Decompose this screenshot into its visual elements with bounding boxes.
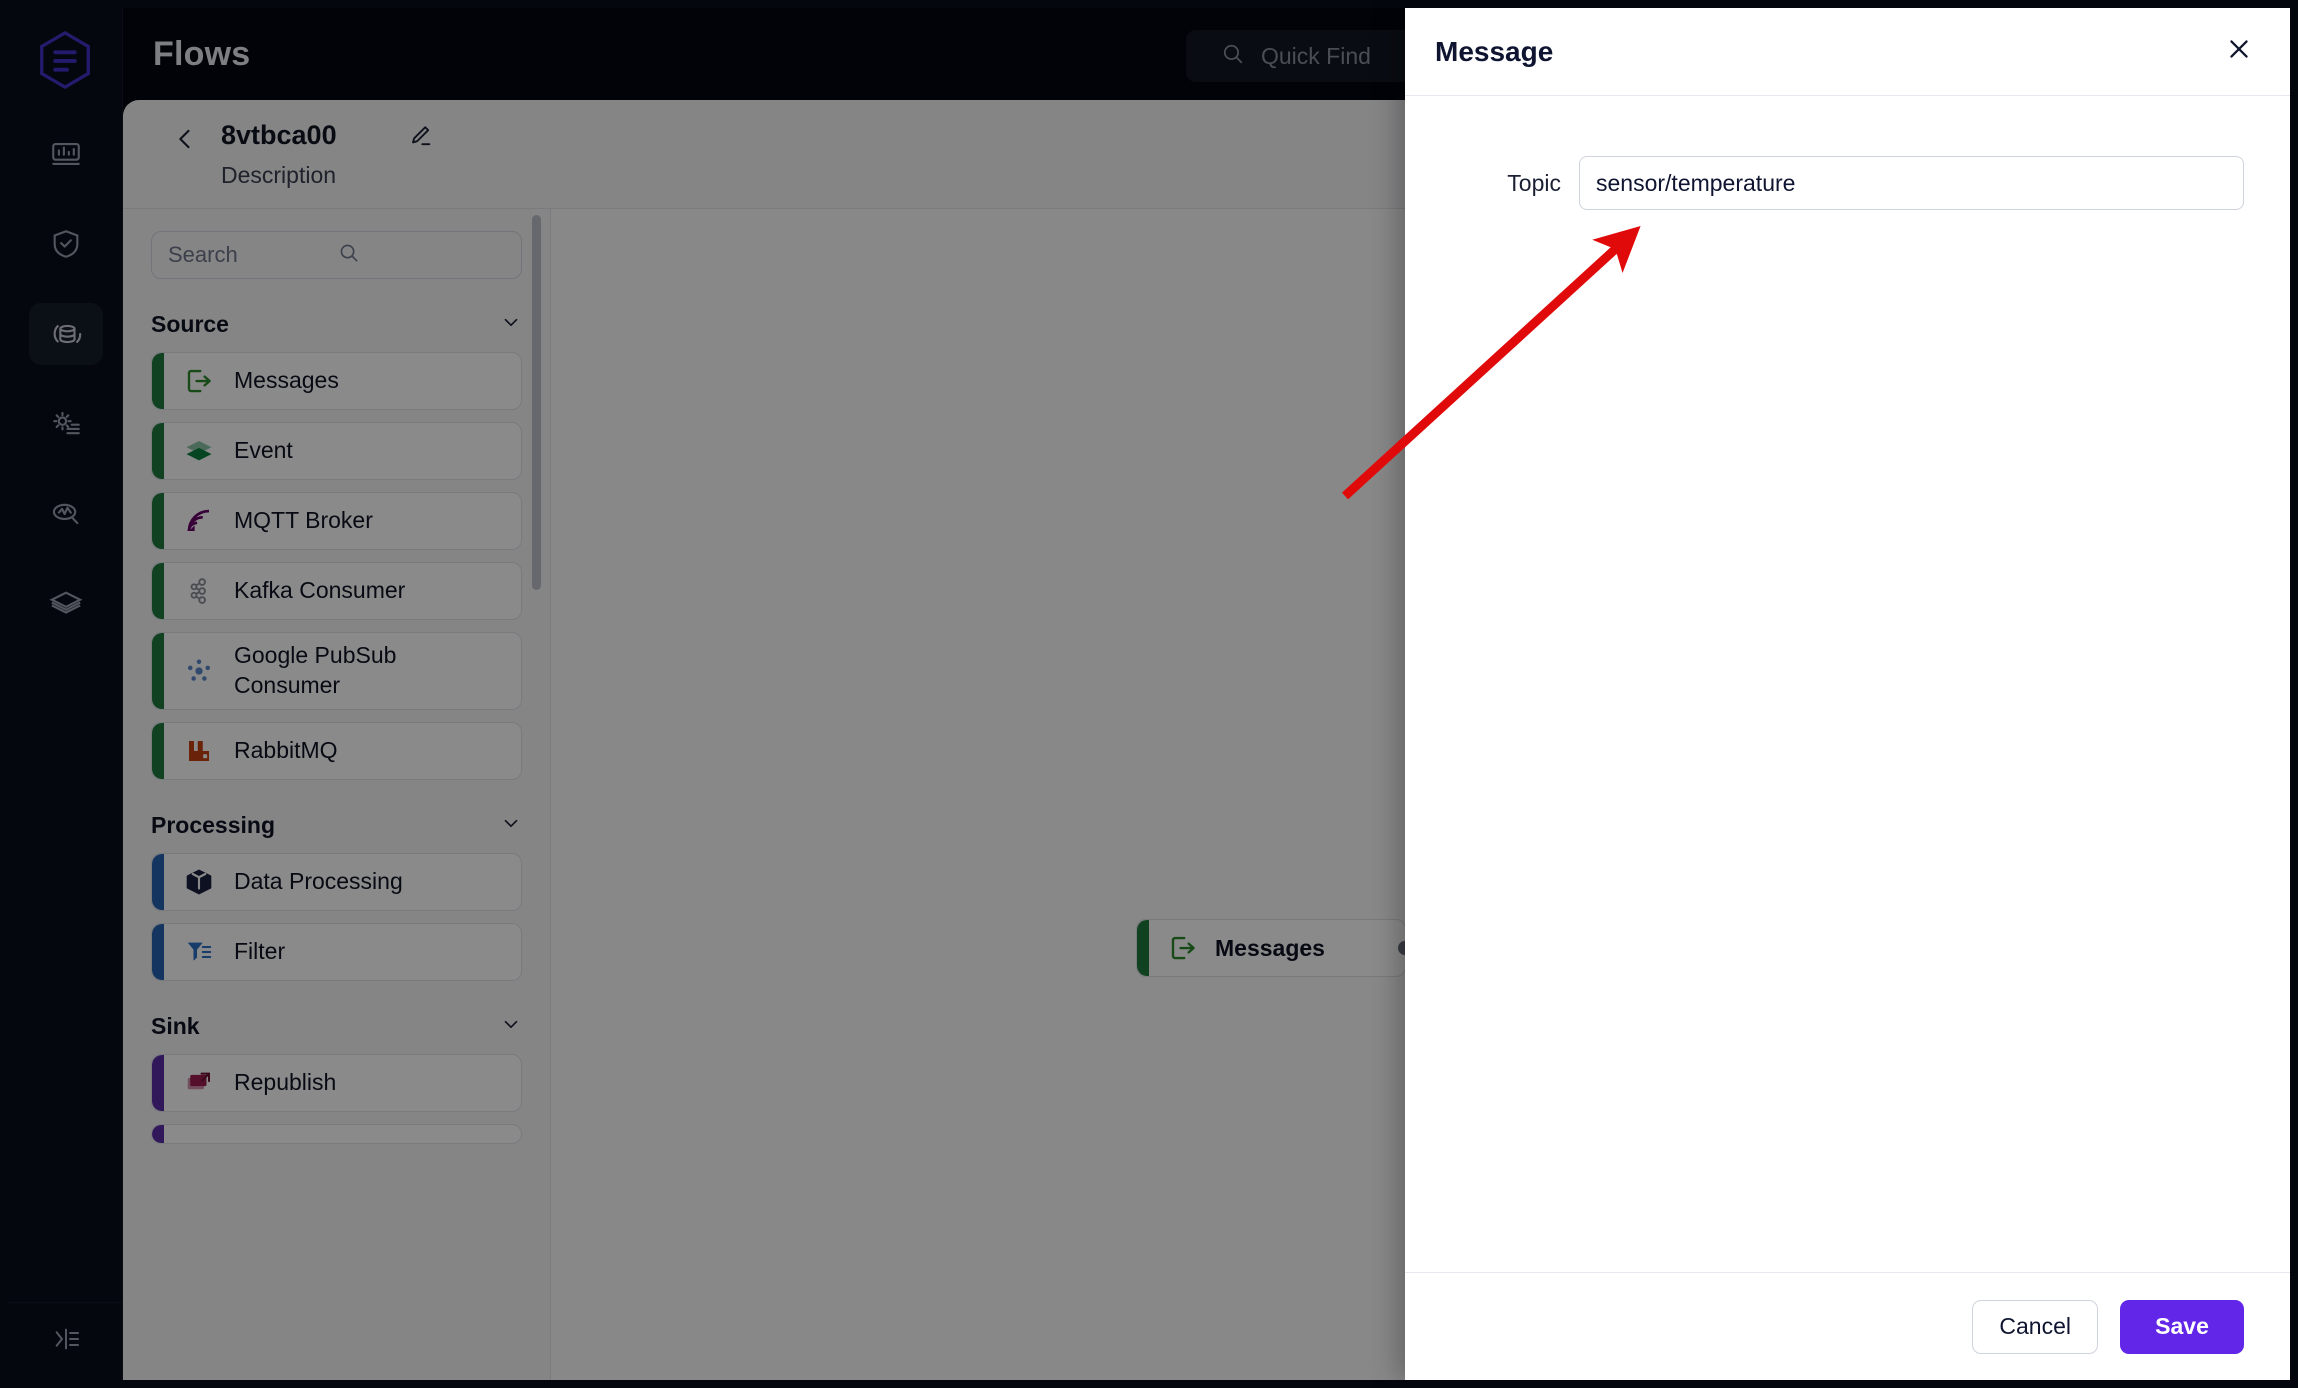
app-root: Flows Quick Find 8vtbca00 Description Se… [0, 0, 2298, 1388]
close-x-icon [2225, 35, 2253, 68]
palette-item-label: Messages [234, 367, 339, 394]
palette-group-source: Source Messages Event MQTT Broker Kafka … [123, 311, 550, 780]
pencil-edit-icon [406, 126, 434, 154]
palette-group-processing: Processing Data Processing Filter [123, 812, 550, 981]
palette-group-sink: Sink Republish [123, 1013, 550, 1144]
accent-bar [152, 722, 164, 779]
accent-bar [152, 1054, 164, 1111]
mqtt-signal-icon [182, 504, 216, 538]
rail-item-settings[interactable] [29, 393, 103, 455]
palette-item-event[interactable]: Event [151, 422, 522, 480]
accent-bar [152, 853, 164, 910]
save-button[interactable]: Save [2120, 1299, 2244, 1354]
palette-item-mqtt-broker[interactable]: MQTT Broker [151, 492, 522, 550]
rail-collapse-button[interactable] [8, 1302, 123, 1380]
palette-item-filter[interactable]: Filter [151, 922, 522, 981]
database-flow-icon [49, 317, 83, 351]
palette-group-title: Sink [151, 1012, 200, 1039]
event-layers-icon [182, 434, 216, 468]
hexagon-logo-icon[interactable] [34, 29, 96, 91]
accent-bar [1137, 920, 1149, 976]
modal-header: Message [1405, 8, 2290, 96]
node-palette: Search Source Messages Event MQTT Broker… [123, 209, 551, 1380]
chevron-down-icon [500, 812, 522, 839]
cube-box-icon [182, 865, 216, 899]
palette-item-label: Kafka Consumer [234, 577, 406, 604]
topic-field-row: Topic sensor/temperature [1451, 156, 2244, 210]
republish-arrow-icon [182, 1066, 216, 1100]
collapse-panel-icon [50, 1323, 82, 1360]
chevron-down-icon [500, 1013, 522, 1040]
flow-description: Description [221, 162, 337, 188]
palette-search-placeholder: Search [168, 242, 238, 267]
palette-group-header[interactable]: Processing [151, 812, 522, 839]
palette-item-messages[interactable]: Messages [151, 352, 522, 410]
activity-search-icon [49, 497, 83, 531]
topic-input[interactable]: sensor/temperature [1579, 156, 2244, 210]
palette-group-title: Source [151, 311, 229, 337]
shield-check-icon [49, 227, 83, 261]
rail-item-monitoring[interactable] [29, 483, 103, 545]
palette-group-title: Processing [151, 811, 275, 838]
google-pubsub-icon [182, 654, 216, 688]
cancel-button[interactable]: Cancel [1972, 1299, 2098, 1354]
messages-export-icon [1167, 932, 1199, 964]
accent-bar [152, 1124, 164, 1143]
messages-export-icon [182, 364, 216, 398]
modal-title: Message [1435, 35, 1554, 67]
layers-stack-icon [48, 587, 83, 621]
palette-item-label: RabbitMQ [234, 736, 338, 763]
search-icon [337, 241, 506, 270]
quick-find-placeholder: Quick Find [1261, 42, 1371, 69]
topic-label: Topic [1507, 169, 1561, 196]
accent-bar [152, 563, 164, 619]
canvas-node-label: Messages [1215, 934, 1325, 961]
palette-group-header[interactable]: Sink [151, 1013, 522, 1040]
palette-item-label: Event [234, 437, 293, 464]
palette-item-label: Filter [234, 937, 286, 964]
palette-search-input[interactable]: Search [151, 231, 522, 279]
accent-bar [152, 493, 164, 549]
filter-funnel-icon [182, 935, 216, 969]
palette-item-label: MQTT Broker [234, 507, 373, 534]
back-button[interactable] [168, 124, 202, 158]
close-button[interactable] [2222, 35, 2256, 69]
left-nav-rail [8, 8, 123, 1380]
palette-group-header[interactable]: Source [151, 311, 522, 338]
chevron-left-icon [171, 125, 199, 158]
rabbitmq-icon [182, 734, 216, 768]
dashboard-bar-chart-icon [49, 137, 83, 171]
accent-bar [152, 423, 164, 479]
palette-scrollbar[interactable] [532, 215, 541, 590]
accent-bar [152, 923, 164, 980]
palette-item-next-partial[interactable] [151, 1123, 522, 1144]
chevron-down-icon [500, 311, 522, 338]
edit-flow-name-button[interactable] [406, 122, 434, 150]
palette-item-kafka-consumer[interactable]: Kafka Consumer [151, 562, 522, 620]
message-config-panel: Message Topic sensor/temperature Cancel … [1405, 8, 2290, 1380]
palette-item-label: Republish [234, 1068, 337, 1095]
canvas-node-messages[interactable]: Messages [1136, 919, 1406, 977]
rail-item-flows[interactable] [28, 303, 103, 365]
palette-item-google-pubsub-consumer[interactable]: Google PubSub Consumer [151, 632, 522, 710]
gear-settings-icon [49, 407, 83, 441]
kafka-icon [182, 574, 216, 608]
page-title: Flows [153, 34, 251, 73]
search-icon [1220, 41, 1245, 72]
palette-item-republish[interactable]: Republish [151, 1053, 522, 1112]
palette-item-label: Data Processing [234, 867, 403, 894]
palette-item-rabbitmq[interactable]: RabbitMQ [151, 721, 522, 780]
accent-bar [152, 633, 164, 709]
rail-item-dashboard[interactable] [29, 123, 103, 185]
flow-name: 8vtbca00 [221, 120, 337, 150]
modal-body: Topic sensor/temperature [1405, 96, 2290, 1272]
rail-item-list [8, 123, 123, 663]
palette-item-label: Google PubSub Consumer [234, 642, 397, 698]
rail-item-layers[interactable] [29, 573, 103, 635]
rail-item-security[interactable] [29, 213, 103, 275]
palette-item-data-processing[interactable]: Data Processing [151, 852, 522, 911]
modal-footer: Cancel Save [1405, 1272, 2290, 1380]
accent-bar [152, 353, 164, 409]
